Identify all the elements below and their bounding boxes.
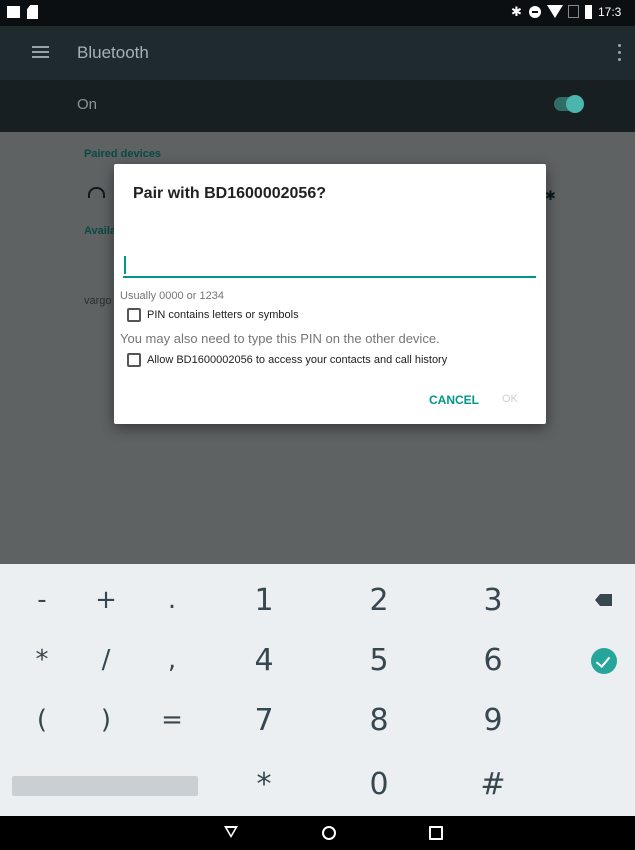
key-hash[interactable]: # [463,754,523,814]
key-asterisk[interactable]: * [234,754,294,814]
key-equals[interactable]: = [142,690,202,750]
key-1[interactable]: 1 [234,570,294,630]
available-devices-header: Availa [84,225,117,237]
key-9[interactable]: 9 [463,690,523,750]
key-asterisk-symbol[interactable]: * [12,630,72,690]
key-open-paren[interactable]: ( [12,690,72,750]
pair-dialog: Pair with BD1600002056? Usually 0000 or … [114,164,546,424]
settings-icon[interactable]: ✱ [545,188,556,204]
wifi-icon [547,5,563,18]
bluetooth-icon: ✱ [511,4,522,19]
key-minus[interactable]: - [12,570,72,630]
key-8[interactable]: 8 [349,690,409,750]
recents-icon[interactable] [429,826,443,840]
back-icon[interactable] [224,826,238,838]
key-4[interactable]: 4 [234,630,294,690]
device-name-partial: vargo [84,295,112,307]
bluetooth-toggle-row[interactable]: On [0,80,635,132]
page-title: Bluetooth [77,43,149,62]
key-3[interactable]: 3 [463,570,523,630]
key-6[interactable]: 6 [463,630,523,690]
sd-card-icon [27,5,38,19]
dnd-icon [529,6,541,18]
key-5[interactable]: 5 [349,630,409,690]
key-2[interactable]: 2 [349,570,409,630]
contacts-access-label: Allow BD1600002056 to access your contac… [147,354,448,366]
status-bar: ✱ 17:3 [0,0,635,26]
dialog-title: Pair with BD1600002056? [133,185,326,202]
image-icon [7,6,20,18]
app-bar: Bluetooth [0,26,635,80]
pin-hint: Usually 0000 or 1234 [120,290,224,302]
done-check-icon[interactable] [591,648,617,674]
paired-devices-header: Paired devices [84,148,162,160]
ok-button[interactable]: OK [502,393,518,405]
key-comma[interactable]: , [142,630,202,690]
space-key[interactable] [12,776,198,796]
no-sim-icon [568,5,579,18]
headphones-icon [88,187,105,198]
home-icon[interactable] [322,826,336,840]
text-cursor [124,256,126,274]
pin-info-text: You may also need to type this PIN on th… [120,331,440,346]
hamburger-icon[interactable] [32,46,49,59]
key-0[interactable]: 0 [349,754,409,814]
bluetooth-switch[interactable] [554,95,584,113]
navigation-bar [0,816,635,850]
more-vert-icon[interactable] [618,44,622,62]
key-slash[interactable]: / [76,630,136,690]
key-period[interactable]: . [142,570,202,630]
key-close-paren[interactable]: ) [76,690,136,750]
backspace-icon[interactable] [595,594,612,606]
pin-input[interactable] [123,252,536,278]
status-time: 17:3 [598,5,622,19]
contacts-access-checkbox[interactable] [127,353,141,367]
key-plus[interactable]: + [76,570,136,630]
pin-symbols-label: PIN contains letters or symbols [147,309,299,321]
toggle-label: On [77,96,98,113]
battery-icon [585,5,592,19]
numeric-keyboard: - + . 1 2 3 * / , 4 5 6 ( ) = 7 8 9 * 0 … [0,564,635,816]
key-7[interactable]: 7 [234,690,294,750]
pin-symbols-checkbox[interactable] [127,308,141,322]
cancel-button[interactable]: CANCEL [429,393,479,407]
